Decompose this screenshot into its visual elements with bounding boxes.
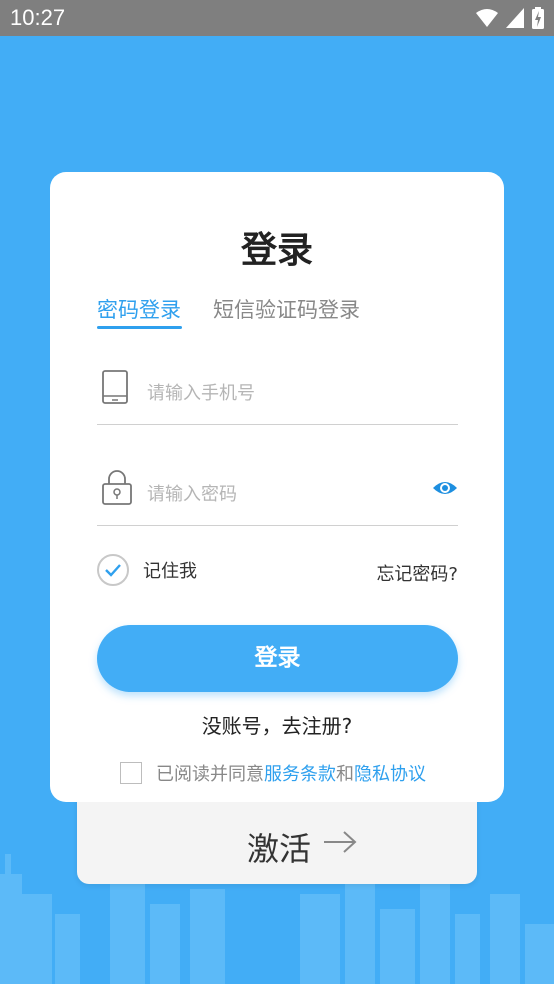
status-time: 10:27	[10, 5, 66, 30]
password-field[interactable]: 请输入密码	[97, 470, 458, 526]
agreement-row: 已阅读并同意 服务条款 和 隐私协议	[120, 760, 426, 786]
signal-icon	[506, 8, 524, 28]
password-input[interactable]: 请输入密码	[147, 480, 237, 506]
agreement-and: 和	[336, 764, 354, 785]
register-link[interactable]: 没账号，去注册?	[50, 710, 504, 739]
remember-me-toggle[interactable]: 记住我	[97, 554, 197, 586]
agreement-checkbox[interactable]	[120, 762, 142, 784]
activate-label: 激活	[247, 830, 312, 868]
forgot-password-link[interactable]: 忘记密码?	[376, 560, 458, 586]
checkmark-icon	[105, 564, 121, 577]
remember-checkbox[interactable]	[97, 554, 129, 586]
agreement-prefix: 已阅读并同意	[156, 764, 264, 785]
status-bar: 10:27	[0, 0, 554, 36]
active-tab-indicator	[97, 326, 182, 329]
terms-link[interactable]: 服务条款	[264, 760, 336, 786]
tab-sms-login[interactable]: 短信验证码登录	[213, 294, 360, 324]
login-button[interactable]: 登录	[97, 625, 458, 692]
arrow-right-icon	[324, 831, 357, 853]
remember-label: 记住我	[143, 561, 197, 582]
battery-icon	[532, 7, 544, 29]
privacy-link[interactable]: 隐私协议	[354, 760, 426, 786]
tab-password-login[interactable]: 密码登录	[97, 294, 181, 324]
phone-input[interactable]: 请输入手机号	[147, 379, 255, 405]
login-card: 登录 密码登录 短信验证码登录 请输入手机号 请输入密码 记住我 忘记密码? 登…	[50, 172, 504, 802]
wifi-icon	[476, 9, 498, 27]
phone-field[interactable]: 请输入手机号	[97, 369, 458, 425]
eye-icon[interactable]	[432, 478, 458, 498]
status-icons	[476, 7, 544, 29]
lock-icon	[102, 470, 132, 505]
page-title: 登录	[240, 230, 313, 271]
phone-icon	[102, 370, 128, 404]
